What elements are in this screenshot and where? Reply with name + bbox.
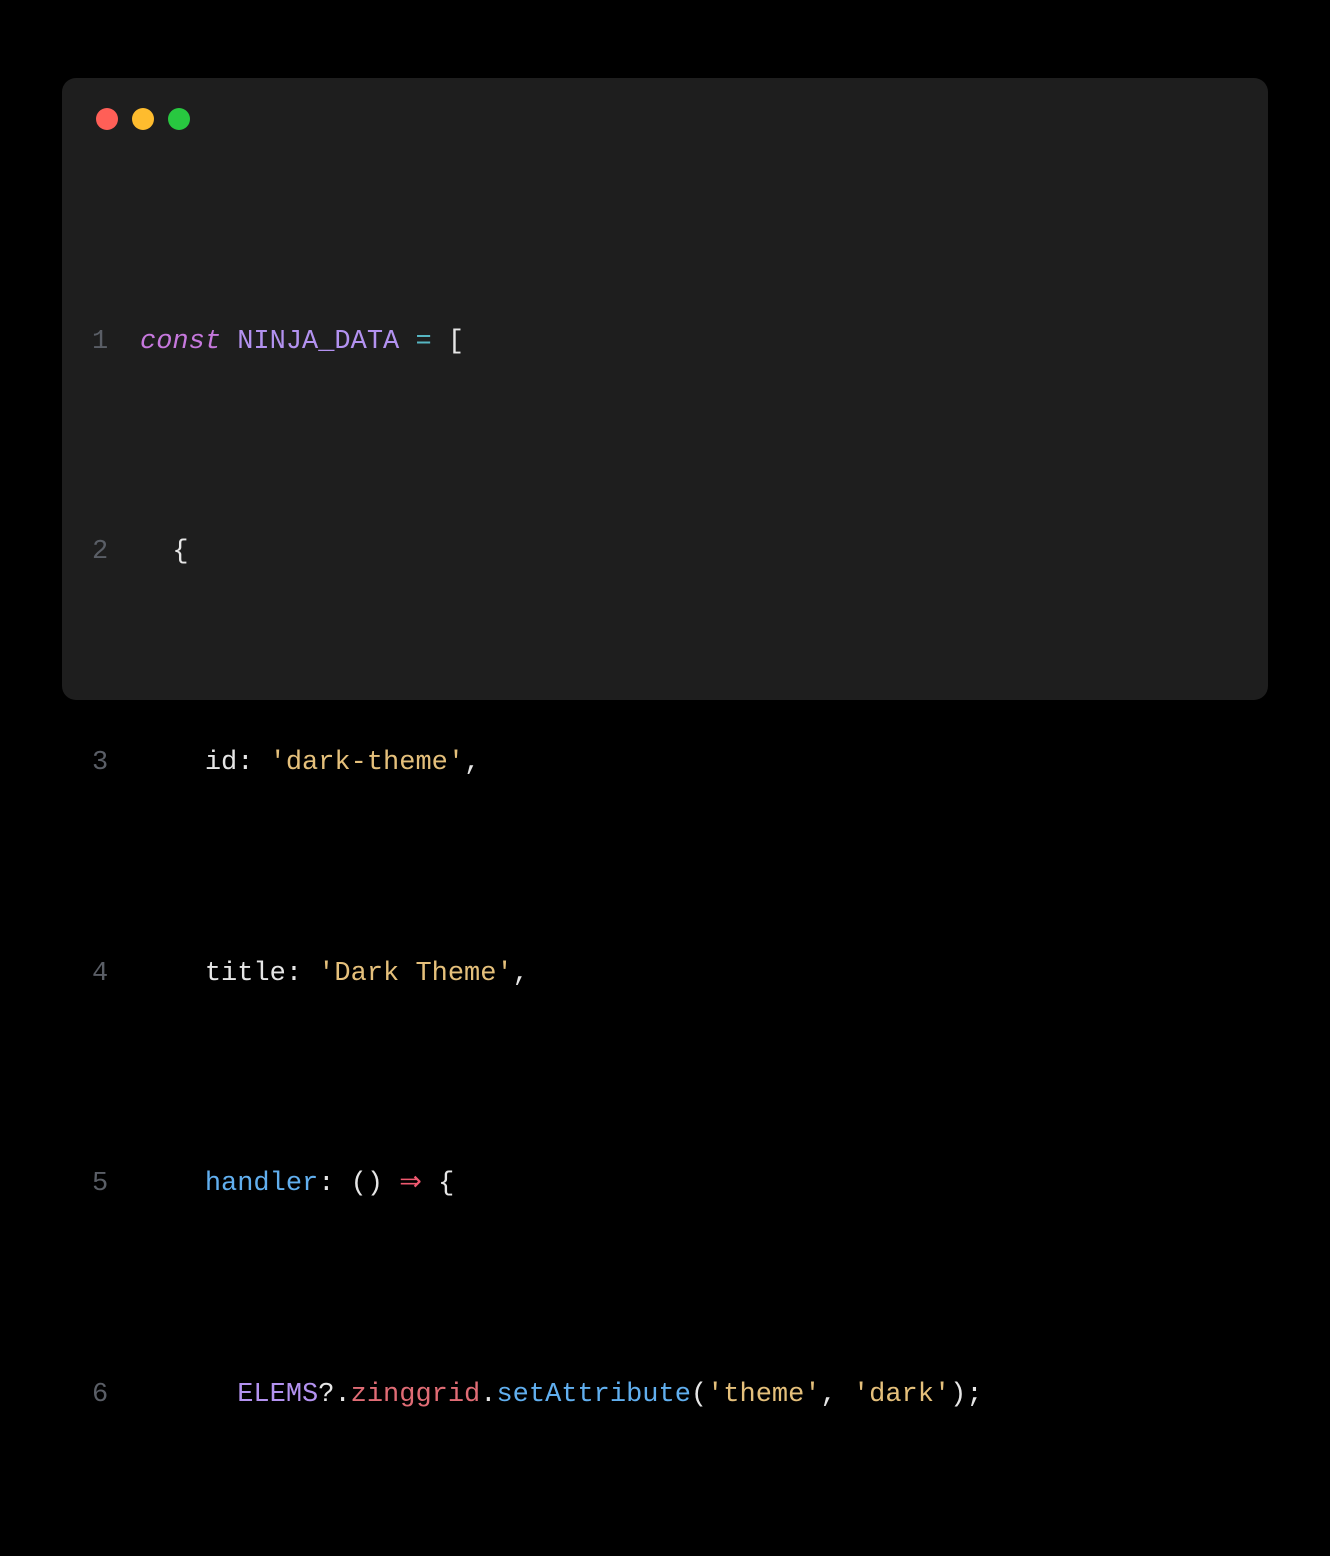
string-literal: 'dark-theme' xyxy=(270,748,464,778)
dot: . xyxy=(334,1380,350,1410)
string-literal: 'dark' xyxy=(853,1380,950,1410)
dot: . xyxy=(480,1380,496,1410)
line-content: const NINJA_DATA = [ xyxy=(140,316,1234,369)
line-content: title: 'Dark Theme', xyxy=(140,948,1234,1001)
line-content: handler: () ⇒ { xyxy=(140,1158,1234,1211)
code-line: 3 id: 'dark-theme', xyxy=(92,737,1234,790)
property-key-handler: handler xyxy=(205,1169,318,1199)
line-content: id: 'dark-theme', xyxy=(140,737,1234,790)
code-window: 1 const NINJA_DATA = [ 2 { 3 id: 'dark-t… xyxy=(62,78,1268,700)
identifier-elems: ELEMS xyxy=(237,1380,318,1410)
method-setattribute: setAttribute xyxy=(496,1380,690,1410)
colon: : xyxy=(237,748,253,778)
line-number: 5 xyxy=(92,1158,140,1211)
colon: : xyxy=(318,1169,334,1199)
string-literal: 'theme' xyxy=(707,1380,820,1410)
line-content: ELEMS?.zinggrid.setAttribute('theme', 'd… xyxy=(140,1369,1234,1422)
line-number: 6 xyxy=(92,1369,140,1422)
code-line: 1 const NINJA_DATA = [ xyxy=(92,316,1234,369)
brace-open: { xyxy=(438,1169,454,1199)
operator-equals: = xyxy=(415,327,431,357)
property-key: title xyxy=(205,959,286,989)
minimize-icon[interactable] xyxy=(132,108,154,130)
code-line: 5 handler: () ⇒ { xyxy=(92,1158,1234,1211)
brace-open: { xyxy=(172,537,188,567)
zoom-icon[interactable] xyxy=(168,108,190,130)
paren-open: ( xyxy=(691,1380,707,1410)
colon: : xyxy=(286,959,302,989)
code-line: 6 ELEMS?.zinggrid.setAttribute('theme', … xyxy=(92,1369,1234,1422)
optional-chain: ? xyxy=(318,1380,334,1410)
parens: () xyxy=(351,1169,383,1199)
line-number: 4 xyxy=(92,948,140,1001)
string-literal: 'Dark Theme' xyxy=(318,959,512,989)
code-line: 2 { xyxy=(92,526,1234,579)
bracket-open: [ xyxy=(448,327,464,357)
line-content: { xyxy=(140,526,1234,579)
code-block: 1 const NINJA_DATA = [ 2 { 3 id: 'dark-t… xyxy=(92,158,1234,1556)
window-controls xyxy=(92,108,1234,130)
line-number: 2 xyxy=(92,526,140,579)
comma: , xyxy=(464,748,480,778)
keyword-const: const xyxy=(140,327,221,357)
line-number: 3 xyxy=(92,737,140,790)
comma: , xyxy=(821,1380,837,1410)
semicolon: ; xyxy=(966,1380,982,1410)
line-number: 1 xyxy=(92,316,140,369)
arrow-icon: ⇒ xyxy=(399,1169,422,1199)
paren-close: ) xyxy=(950,1380,966,1410)
code-line: 4 title: 'Dark Theme', xyxy=(92,948,1234,1001)
identifier: NINJA_DATA xyxy=(237,327,399,357)
close-icon[interactable] xyxy=(96,108,118,130)
property-key: id xyxy=(205,748,237,778)
comma: , xyxy=(513,959,529,989)
member-zinggrid: zinggrid xyxy=(351,1380,481,1410)
